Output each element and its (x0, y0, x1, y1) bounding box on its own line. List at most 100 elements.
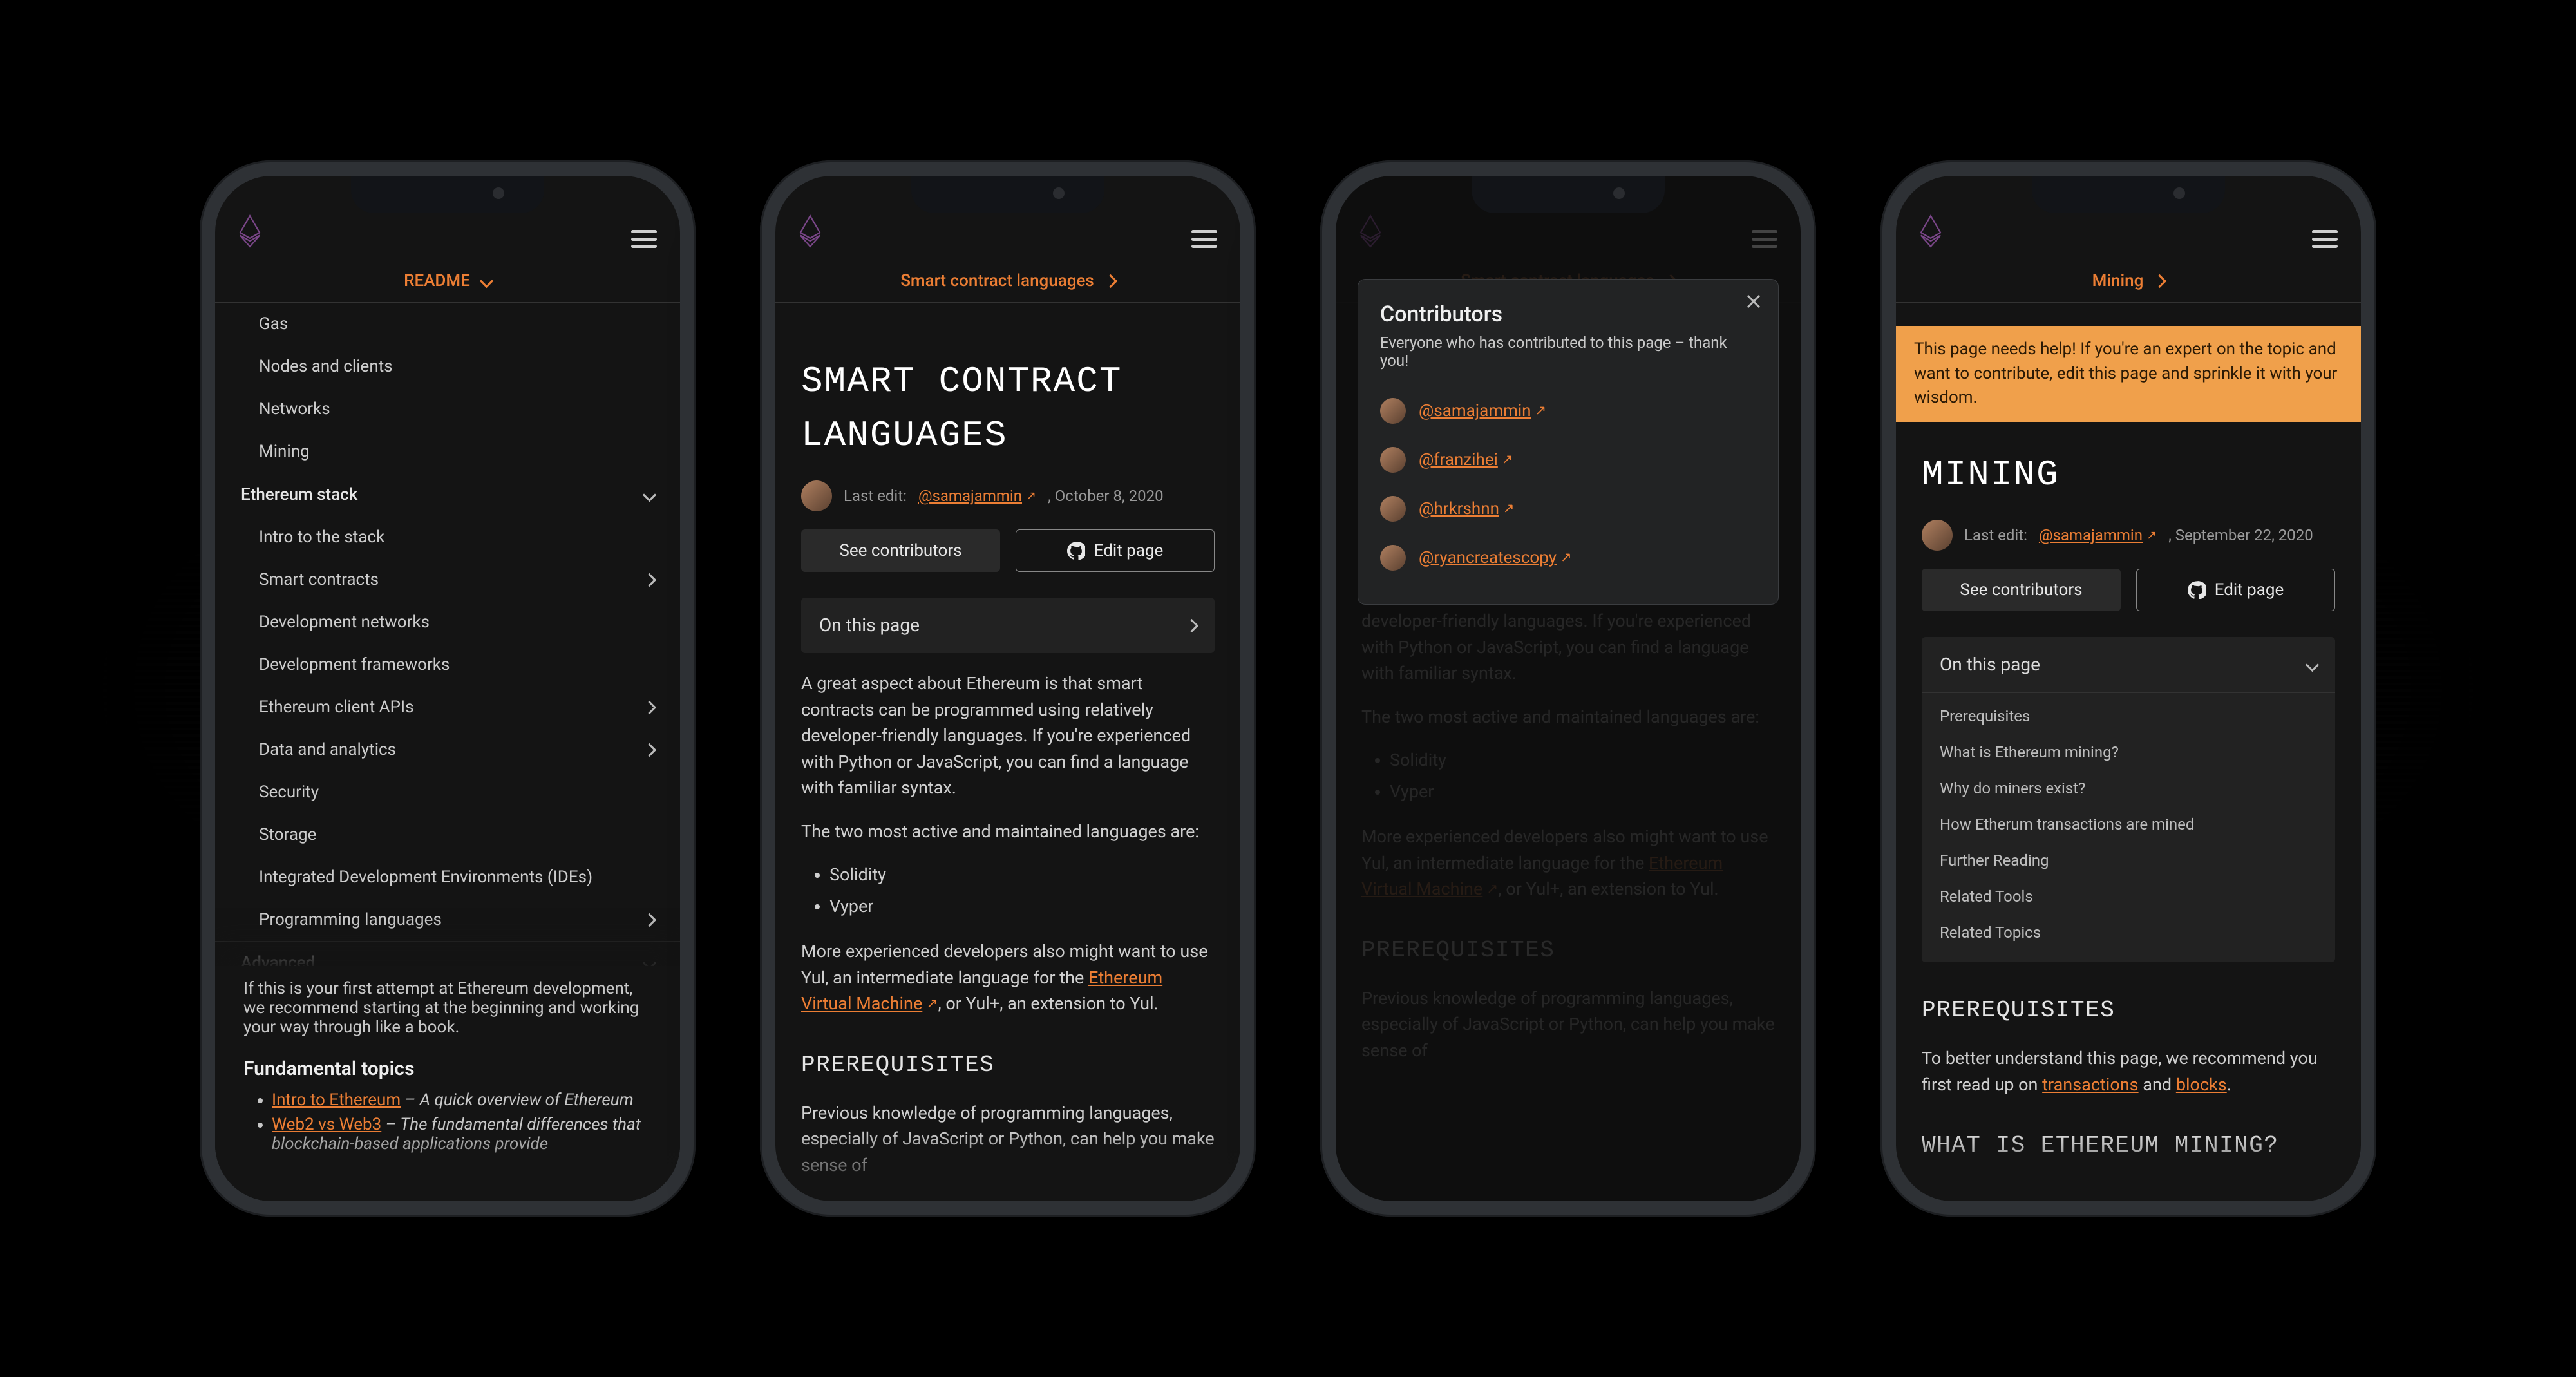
editor-link[interactable]: @samajammin↗ (2039, 524, 2157, 547)
app-bar (1896, 176, 2361, 260)
sidebar-item-label: Storage (259, 825, 316, 844)
sidebar-item[interactable]: Security (215, 771, 680, 813)
chevron-right-icon (1104, 274, 1117, 287)
menu-icon[interactable] (631, 230, 657, 248)
sidebar-item[interactable]: Integrated Development Environments (IDE… (215, 856, 680, 898)
sidebar-item[interactable]: Mining (215, 430, 680, 473)
device-frame-4: Mining This page needs help! If you're a… (1880, 160, 2376, 1217)
toc-item[interactable]: Why do miners exist? (1940, 770, 2317, 806)
contributor-link[interactable]: @samajammin↗ (1419, 401, 1546, 421)
menu-icon[interactable] (1191, 230, 1217, 248)
on-this-page-accordion[interactable]: On this page (1922, 637, 2335, 693)
what-is-mining-heading: WHAT IS ETHEREUM MINING? (1922, 1128, 2335, 1163)
paragraph: More experienced developers also might w… (801, 938, 1215, 1017)
device-frame-1: README Gas Nodes and clients NetworksMinin… (200, 160, 696, 1217)
avatar (1380, 447, 1406, 473)
avatar (1922, 520, 1953, 551)
sidebar-item-label: Development networks (259, 613, 430, 632)
ethereum-logo-icon[interactable] (1919, 214, 1942, 248)
web2-vs-web3-link[interactable]: Web2 vs Web3 (272, 1115, 381, 1134)
sidebar-item[interactable]: Programming languages (215, 898, 680, 941)
list-item: Solidity (829, 862, 1215, 888)
sidebar-item-label: Data and analytics (259, 740, 396, 759)
nav-drawer: Gas Nodes and clients NetworksMining Ethere… (215, 302, 680, 1201)
page-title: SMART CONTRACT LANGUAGES (801, 354, 1215, 462)
sidebar-item[interactable]: Smart contracts (215, 558, 680, 601)
sidebar-item[interactable]: Networks (215, 388, 680, 430)
toc-item[interactable]: Related Tools (1940, 878, 2317, 915)
blocks-link[interactable]: blocks (2176, 1074, 2227, 1095)
ethereum-logo-icon[interactable] (799, 214, 822, 248)
sidebar-item-label: Nodes and clients (259, 357, 393, 376)
modal-title: Contributors (1380, 301, 1756, 327)
breadcrumb[interactable]: Mining (1896, 260, 2361, 303)
chevron-right-icon (1185, 618, 1198, 632)
transactions-link[interactable]: transactions (2042, 1074, 2138, 1095)
toc-item[interactable]: What is Ethereum mining? (1940, 734, 2317, 770)
sidebar-item-label: Gas (259, 314, 288, 334)
contributor-row: @ryancreatescopy↗ (1380, 533, 1756, 582)
intro-to-ethereum-link[interactable]: Intro to Ethereum (272, 1090, 401, 1110)
editor-link[interactable]: @samajammin↗ (918, 484, 1036, 508)
drawer-underlay-content: If this is your first attempt at Ethereu… (215, 966, 680, 1201)
device-frame-3: Smart contract languages On this page A … (1320, 160, 1816, 1217)
toc-item[interactable]: How Etherum transactions are mined (1940, 806, 2317, 842)
contributor-link[interactable]: @hrkrshnn↗ (1419, 499, 1514, 518)
sidebar-item-label: Programming languages (259, 910, 442, 929)
contributors-modal: Contributors Everyone who has contribute… (1358, 279, 1779, 605)
see-contributors-button[interactable]: See contributors (1922, 569, 2121, 611)
toc-item[interactable]: Related Topics (1940, 915, 2317, 951)
on-this-page-list: PrerequisitesWhat is Ethereum mining?Why… (1922, 693, 2335, 962)
avatar (1380, 496, 1406, 522)
github-icon (2188, 581, 2206, 599)
sidebar-item-label: Ethereum client APIs (259, 698, 414, 717)
help-banner: This page needs help! If you're an exper… (1896, 326, 2361, 422)
sidebar-item-label: Development frameworks (259, 655, 450, 674)
sidebar-item-label: Security (259, 783, 319, 802)
sidebar-item[interactable]: Development frameworks (215, 643, 680, 686)
edit-page-button[interactable]: Edit page (2136, 569, 2335, 611)
breadcrumb[interactable]: README (215, 260, 680, 303)
page-title: MINING (1922, 448, 2335, 502)
edit-page-button[interactable]: Edit page (1016, 529, 1215, 572)
avatar (801, 480, 832, 511)
contributor-link[interactable]: @ryancreatescopy↗ (1419, 548, 1571, 567)
toc-item[interactable]: Prerequisites (1940, 698, 2317, 734)
sidebar-item[interactable]: Intro to the stack (215, 516, 680, 558)
menu-icon[interactable] (2312, 230, 2338, 248)
close-icon[interactable] (1745, 292, 1763, 310)
chevron-right-icon (643, 743, 656, 756)
contributor-link[interactable]: @franzihei↗ (1419, 450, 1513, 470)
chevron-down-icon (2306, 658, 2319, 671)
avatar (1380, 398, 1406, 424)
chevron-right-icon (643, 913, 656, 926)
sidebar-item[interactable]: Ethereum stack (215, 473, 680, 516)
breadcrumb-label: Mining (2092, 271, 2144, 290)
list-item: Vyper (829, 893, 1215, 920)
sidebar-item-label: Intro to the stack (259, 527, 384, 547)
see-contributors-button[interactable]: See contributors (801, 529, 1000, 572)
on-this-page-accordion[interactable]: On this page (801, 598, 1215, 653)
page-content: SMART CONTRACT LANGUAGES Last edit: @sam… (775, 303, 1240, 1178)
prerequisites-heading: PREREQUISITES (1922, 993, 2335, 1028)
last-edit-prefix: Last edit: (844, 484, 907, 508)
breadcrumb[interactable]: Smart contract languages (775, 260, 1240, 303)
last-edit: Last edit: @samajammin↗ , October 8, 202… (801, 480, 1215, 511)
sidebar-item[interactable]: Storage (215, 813, 680, 856)
chevron-down-icon (643, 488, 656, 501)
sidebar-item[interactable]: Nodes and clients (215, 345, 680, 388)
sidebar-item[interactable]: Development networks (215, 601, 680, 643)
chevron-right-icon (643, 700, 656, 714)
toc-item[interactable]: Further Reading (1940, 842, 2317, 878)
sidebar-item[interactable]: Gas (215, 303, 680, 345)
sidebar-item[interactable]: Data and analytics (215, 728, 680, 771)
sidebar-item-label: Ethereum stack (241, 485, 357, 504)
sidebar-item[interactable]: Ethereum client APIs (215, 686, 680, 728)
prerequisites-heading: PREREQUISITES (801, 1048, 1215, 1083)
accordion-label: On this page (1940, 651, 2040, 678)
github-icon (1067, 542, 1085, 560)
contributor-row: @franzihei↗ (1380, 435, 1756, 484)
ethereum-logo-icon[interactable] (238, 214, 261, 248)
app-bar (775, 176, 1240, 260)
page-content: This page needs help! If you're an exper… (1896, 303, 2361, 1163)
